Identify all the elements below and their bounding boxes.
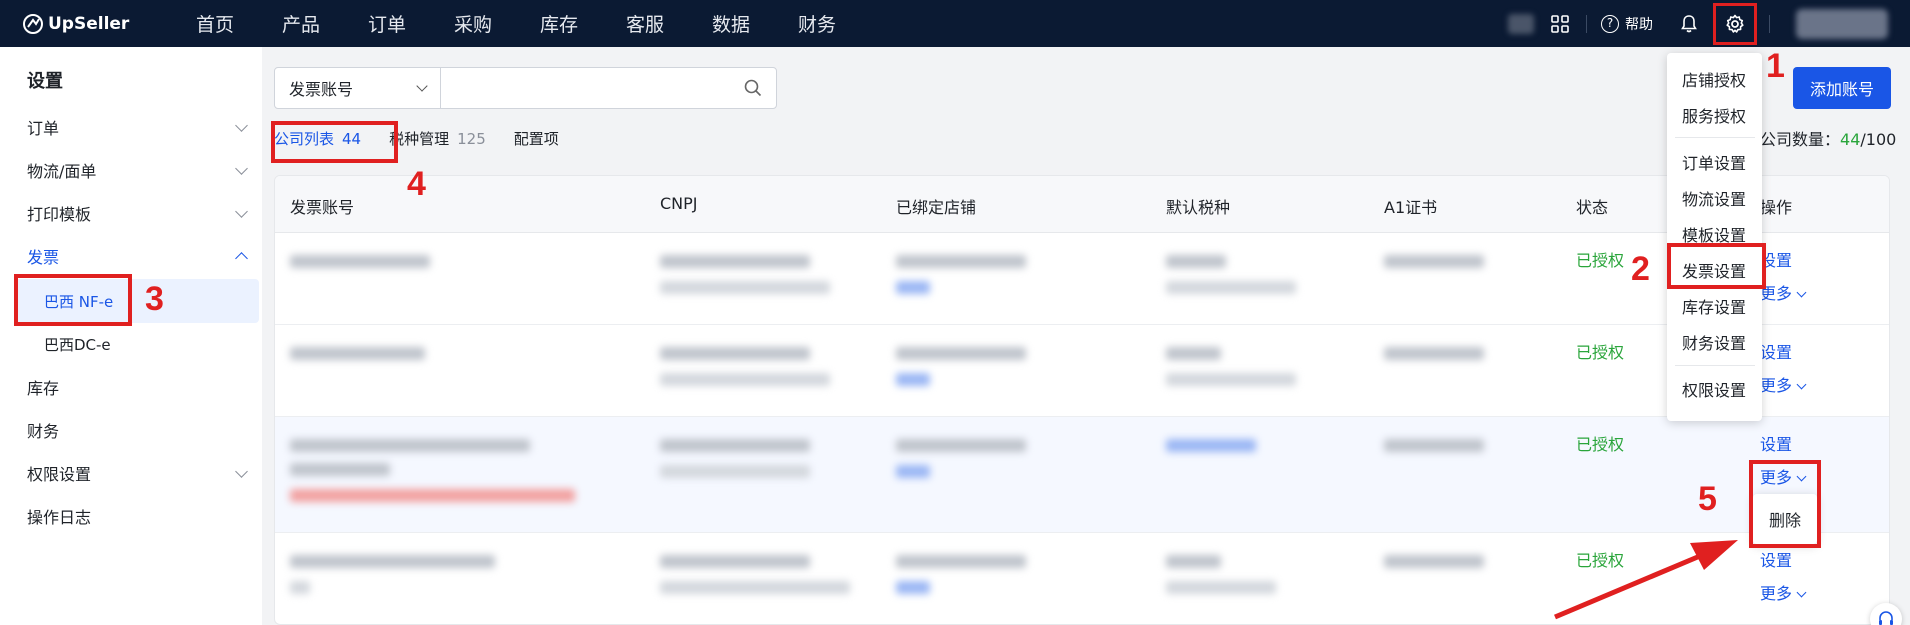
- annotation-arrow: [1554, 540, 1738, 620]
- headset-icon: [1879, 611, 1893, 625]
